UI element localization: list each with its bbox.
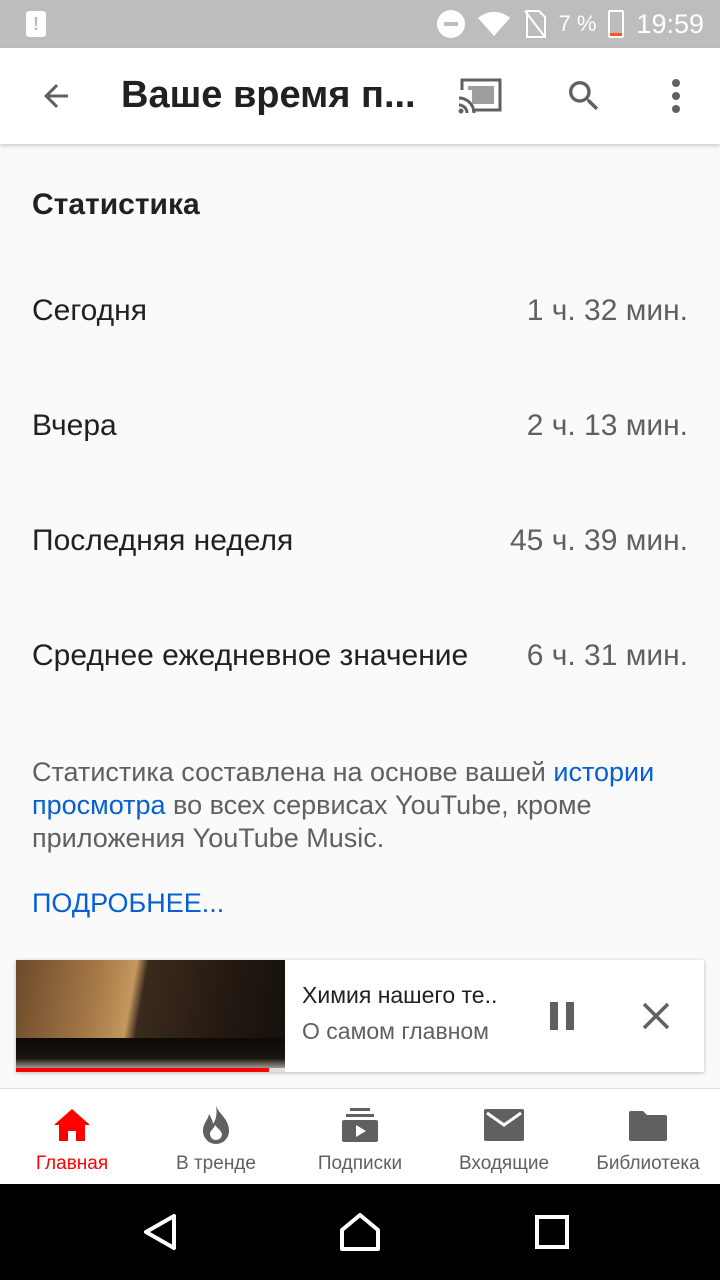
square-recents-icon — [535, 1215, 569, 1249]
channel-name: О самом главном — [302, 1018, 489, 1044]
wifi-icon — [477, 11, 510, 37]
home-icon — [54, 1109, 90, 1141]
nav-label: В тренде — [176, 1153, 256, 1174]
subscriptions-icon — [342, 1108, 378, 1142]
no-sim-icon — [523, 10, 546, 38]
alert-icon: ! — [26, 11, 46, 37]
house-outline-icon — [340, 1213, 380, 1251]
nav-library[interactable]: Библиотека — [576, 1089, 720, 1185]
stat-value: 6 ч. 31 мин. — [526, 639, 688, 672]
clock: 19:59 — [636, 8, 704, 39]
stat-row-today: Сегодня 1 ч. 32 мин. — [32, 281, 688, 341]
cast-button[interactable] — [452, 70, 508, 122]
stat-row-daily-average: Среднее ежедневное значение 6 ч. 31 мин. — [32, 626, 688, 686]
system-back-button[interactable] — [136, 1208, 184, 1256]
nav-label: Подписки — [317, 1153, 403, 1174]
video-title[interactable]: Химия нашего те.. — [302, 982, 522, 1009]
progress-fill — [16, 1068, 269, 1072]
back-button[interactable] — [28, 72, 84, 120]
video-thumbnail[interactable] — [16, 960, 285, 1072]
stat-label: Вчера — [32, 409, 117, 442]
section-title: Статистика — [32, 188, 200, 221]
app-bar: Ваше время п... — [0, 48, 720, 144]
learn-more-link[interactable]: ПОДРОБНЕЕ... — [32, 888, 224, 919]
stat-value: 2 ч. 13 мин. — [526, 409, 688, 442]
nav-inbox[interactable]: Входящие — [432, 1089, 576, 1185]
nav-label: Входящие — [458, 1153, 550, 1174]
folder-icon — [629, 1111, 667, 1141]
system-home-button[interactable] — [336, 1208, 384, 1256]
info-text-before: Статистика составлена на основе вашей — [32, 757, 554, 787]
nav-label: Главная — [35, 1153, 109, 1174]
nav-home[interactable]: Главная — [0, 1089, 144, 1185]
search-button[interactable] — [556, 70, 612, 122]
stat-label: Среднее ежедневное значение — [32, 639, 469, 672]
cast-icon — [458, 78, 502, 116]
nav-trending[interactable]: В тренде — [144, 1089, 288, 1185]
more-vert-icon — [672, 79, 680, 113]
progress-track — [16, 1068, 285, 1072]
battery-percent: 7 % — [558, 11, 597, 36]
pause-button[interactable] — [534, 988, 590, 1044]
stat-value: 45 ч. 39 мин. — [510, 524, 688, 557]
bottom-navigation: Главная В тренде Подписки Входящие Библи… — [0, 1088, 720, 1184]
nav-label: Библиотека — [596, 1153, 700, 1174]
close-button[interactable] — [628, 988, 684, 1044]
close-icon — [642, 1002, 670, 1030]
system-navigation-bar — [0, 1184, 720, 1280]
stat-row-last-week: Последняя неделя 45 ч. 39 мин. — [32, 511, 688, 571]
stat-value: 1 ч. 32 мин. — [526, 294, 688, 327]
info-text: Статистика составлена на основе вашей ис… — [32, 756, 692, 855]
stat-row-yesterday: Вчера 2 ч. 13 мин. — [32, 396, 688, 456]
back-arrow-icon — [44, 84, 68, 108]
more-options-button[interactable] — [650, 70, 702, 122]
battery-icon — [608, 10, 625, 38]
pause-icon — [550, 1002, 574, 1030]
page-title: Ваше время п... — [121, 74, 416, 116]
stat-label: Сегодня — [32, 294, 147, 327]
triangle-back-icon — [144, 1214, 176, 1250]
stat-label: Последняя неделя — [32, 524, 294, 557]
mini-player[interactable]: Химия нашего те.. О самом главном — [16, 960, 704, 1072]
search-icon — [569, 81, 599, 111]
flame-icon — [203, 1105, 229, 1144]
status-bar: ! 7 % 19:59 — [0, 0, 720, 48]
do-not-disturb-icon — [436, 10, 465, 38]
nav-subscriptions[interactable]: Подписки — [288, 1089, 432, 1185]
system-recents-button[interactable] — [528, 1208, 576, 1256]
mail-icon — [484, 1109, 524, 1141]
